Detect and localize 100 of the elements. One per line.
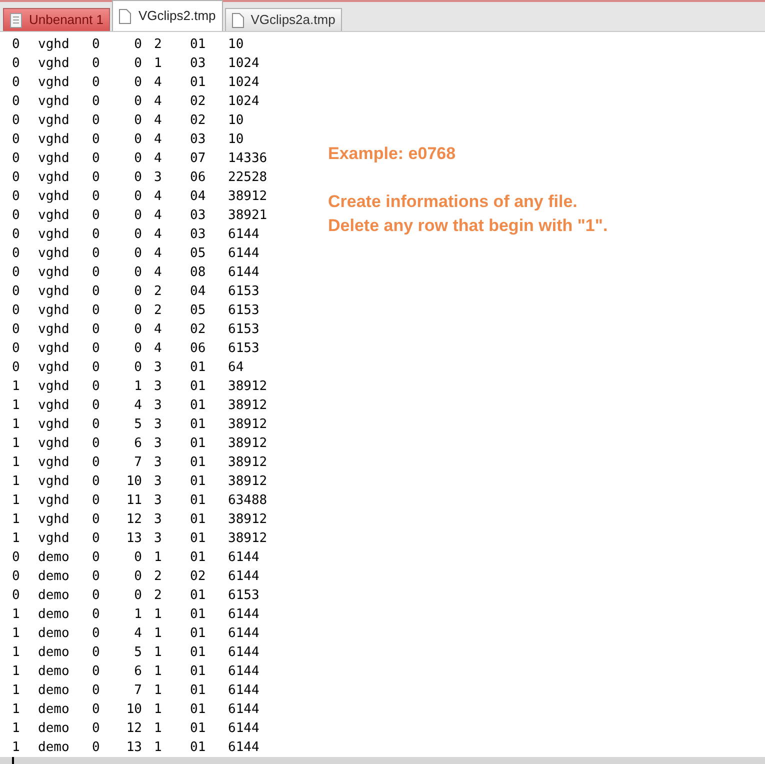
text-cell-text: 0 (12, 130, 21, 149)
text-cell-text: 1 (154, 54, 163, 73)
text-cell-text: 07 (190, 150, 207, 168)
text-cell-text: 0 (12, 340, 21, 358)
text-cell-text: 2 (154, 568, 163, 586)
text-cell-text: 0 (12, 188, 21, 206)
text-cell-text: 3 (154, 434, 163, 453)
text-cell-text: 38912 (228, 434, 268, 453)
text-cell-text: 6153 (228, 340, 260, 358)
text-cell-text: 1 (12, 662, 21, 681)
text-cell-text: 0 (12, 168, 21, 187)
text-cell-text: 0 (133, 568, 143, 586)
text-cell-text: vghd (38, 150, 70, 168)
text-cell-text: 01 (190, 396, 207, 415)
text-cell-text: 01 (190, 530, 207, 548)
text-cell-text: 02 (190, 92, 207, 111)
file-tab[interactable]: VGclips2a.tmp (224, 8, 342, 31)
text-cell-text: 0 (133, 264, 143, 282)
text-cell-text: 1 (154, 548, 163, 567)
text-cell-text: 22528 (228, 168, 268, 187)
file-tab[interactable]: VGclips2.tmp (112, 0, 223, 31)
text-cell-text: 0 (92, 700, 101, 719)
text-cell-text: 1 (154, 624, 163, 643)
text-cell-text: 0 (133, 74, 143, 92)
text-cell-text: 0 (92, 472, 101, 491)
text-cell-text: vghd (38, 112, 70, 130)
text-cell-text: vghd (38, 244, 70, 263)
text-cell-text: 0 (12, 548, 21, 567)
text-cell-text: 05 (190, 302, 207, 320)
text-cell-text: 38912 (228, 188, 268, 206)
text-cell-text: 0 (92, 320, 101, 339)
text-cell-text: 1 (154, 682, 163, 700)
text-cell-text: 1 (12, 530, 21, 548)
text-cell-text: 6144 (228, 548, 260, 567)
text-cell-text: 0 (12, 36, 21, 54)
text-cell-text: 0 (92, 738, 101, 757)
text-cell-text: demo (38, 662, 70, 681)
text-cell-text: 0 (92, 226, 101, 244)
text-cell-text: vghd (38, 320, 70, 339)
text-cell-text: 1 (12, 472, 21, 491)
text-cell-text: 6144 (228, 226, 260, 244)
text-cell-text: 0 (133, 188, 143, 206)
note-title: Example: e0768 (328, 143, 457, 165)
text-cell-text: demo (38, 738, 70, 757)
text-cell-text: vghd (38, 226, 70, 244)
text-cell-text: 01 (190, 492, 207, 510)
text-cell-text: 03 (190, 130, 207, 149)
text-cell-text: 12 (125, 720, 143, 738)
text-cell-text: 1 (12, 720, 21, 738)
text-cell-text: demo (38, 568, 70, 586)
text-cell-text: 1 (12, 396, 21, 415)
text-cell-text: vghd (38, 130, 70, 149)
text-cell-text: 01 (190, 434, 207, 453)
text-cell-text: 13 (125, 530, 143, 548)
text-cell-text: 3 (154, 530, 163, 548)
text-cell-text: 4 (154, 112, 163, 130)
text-cell-text: 0 (92, 54, 101, 73)
text-cell-text: 04 (190, 188, 207, 206)
text-cell-text: 0 (12, 92, 21, 111)
text-cell-text: 1 (12, 416, 21, 434)
text-cell-text: demo (38, 720, 70, 738)
text-cell-text: 0 (12, 358, 21, 377)
text-cell-text: 01 (190, 510, 207, 529)
text-cell-text: 4 (154, 264, 163, 282)
text-cell-text: 10 (228, 112, 245, 130)
text-cell-text: 6144 (228, 662, 260, 681)
text-cell-text: 0 (92, 682, 101, 700)
text-cell-text: 6 (133, 662, 143, 681)
text-cell-text: 4 (154, 92, 163, 111)
text-cell-text: 0 (92, 244, 101, 263)
text-cell-text: 01 (190, 662, 207, 681)
text-cell-text: vghd (38, 188, 70, 206)
text-cell-text: 1 (12, 682, 21, 700)
text-cell-text: 0 (92, 568, 101, 586)
text-cell-text: 0 (92, 74, 101, 92)
file-tab[interactable]: Unbenannt 1 (3, 8, 110, 31)
text-cell-text: demo (38, 586, 70, 605)
text-cell-text: 1 (133, 606, 143, 624)
text-cell-text: 04 (190, 282, 207, 301)
text-cell-text: 4 (133, 624, 143, 643)
text-cell-text: 02 (190, 320, 207, 339)
text-cell-text: 1 (12, 644, 21, 662)
text-cell-text: 1 (12, 454, 21, 472)
text-cell-text: vghd (38, 416, 70, 434)
text-cell-text: 01 (190, 624, 207, 643)
text-cell-text: 0 (92, 434, 101, 453)
text-cell-text: 0 (133, 320, 143, 339)
text-cell-text: 1 (154, 700, 163, 719)
text-cell-text: 6144 (228, 244, 260, 263)
text-cell-text: demo (38, 548, 70, 567)
text-cell-text: 01 (190, 416, 207, 434)
text-cell-text: 0 (92, 302, 101, 320)
text-cell-text: 01 (190, 720, 207, 738)
text-cell-text: 0 (12, 320, 21, 339)
text-cell-text: 1 (154, 720, 163, 738)
text-cell-text: 38912 (228, 378, 268, 396)
text-cell-text: 1 (12, 492, 21, 510)
text-cell-text: 0 (92, 358, 101, 377)
text-cell-text: vghd (38, 264, 70, 282)
text-cell-text: 4 (154, 244, 163, 263)
